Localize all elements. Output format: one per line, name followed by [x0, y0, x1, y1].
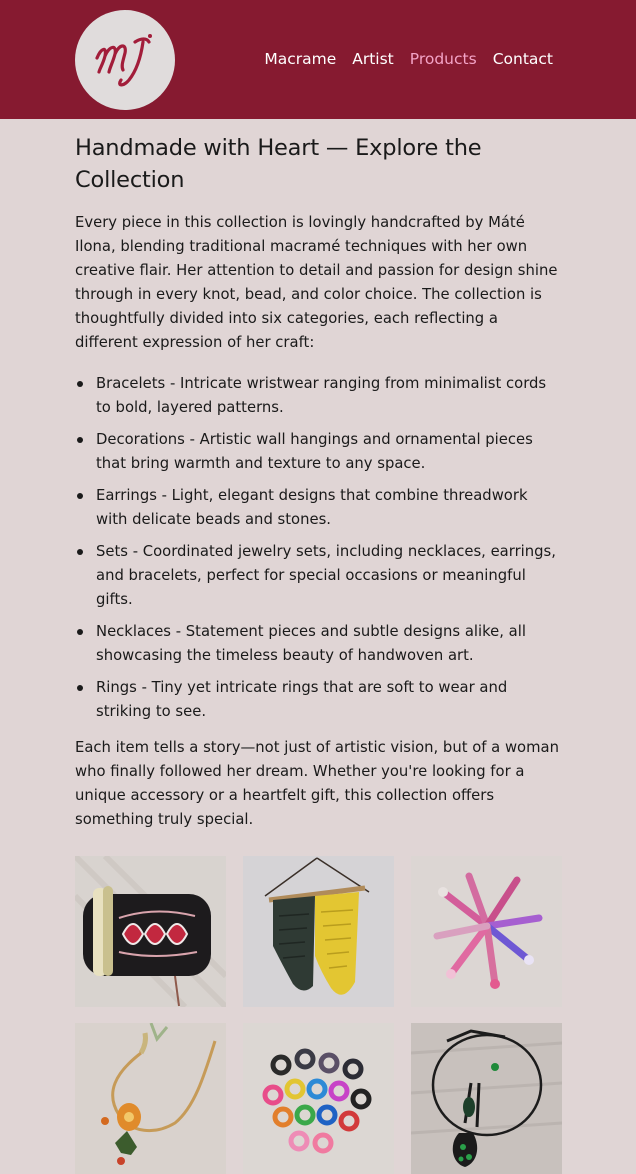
gallery-image-sets[interactable]	[75, 1023, 226, 1174]
site-header: Macrame Artist Products Contact	[0, 0, 636, 119]
main-content: Handmade with Heart — Explore the Collec…	[75, 119, 562, 1174]
main-nav: Macrame Artist Products Contact	[264, 49, 553, 69]
product-gallery	[75, 856, 562, 1174]
gallery-image-rings[interactable]	[243, 1023, 394, 1174]
gallery-image-necklaces[interactable]	[411, 1023, 562, 1174]
intro-paragraph: Every piece in this collection is loving…	[75, 214, 558, 351]
nav-link-products[interactable]: Products	[410, 49, 477, 69]
category-item-decorations: Decorations - Artistic wall hangings and…	[75, 428, 562, 476]
nav-link-contact[interactable]: Contact	[493, 49, 553, 69]
category-item-bracelets: Bracelets - Intricate wristwear ranging …	[75, 372, 562, 420]
gallery-image-earrings[interactable]	[411, 856, 562, 1007]
page-title: Handmade with Heart — Explore the Collec…	[75, 135, 482, 193]
logo-monogram-icon	[95, 34, 152, 87]
category-item-sets: Sets - Coordinated jewelry sets, includi…	[75, 540, 562, 612]
category-list: Bracelets - Intricate wristwear ranging …	[75, 372, 562, 724]
category-item-rings: Rings - Tiny yet intricate rings that ar…	[75, 676, 562, 724]
category-item-earrings: Earrings - Light, elegant designs that c…	[75, 484, 562, 532]
gallery-image-decorations[interactable]	[243, 856, 394, 1007]
gallery-image-bracelets[interactable]	[75, 856, 226, 1007]
nav-link-artist[interactable]: Artist	[352, 49, 394, 69]
category-item-necklaces: Necklaces - Statement pieces and subtle …	[75, 620, 562, 668]
nav-link-macrame[interactable]: Macrame	[264, 49, 336, 69]
brand-logo[interactable]	[75, 10, 175, 110]
outro-paragraph: Each item tells a story—not just of arti…	[75, 739, 559, 828]
